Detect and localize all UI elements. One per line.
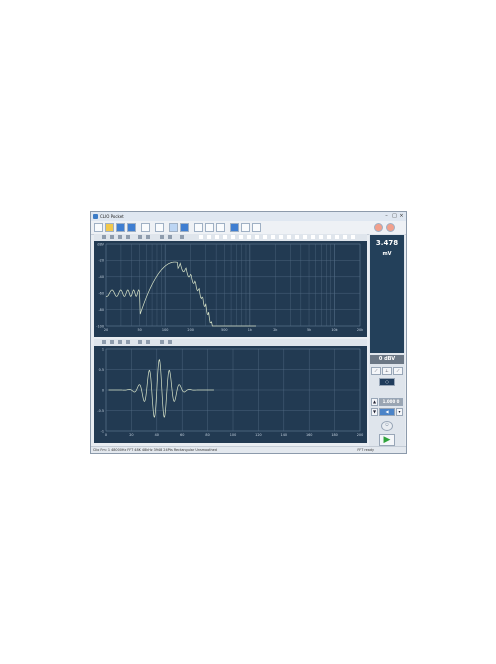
dc-coupling-button[interactable]: ⊥ [382,367,392,375]
level-unit: mV [382,251,392,257]
x-tick-label: 180 [331,433,337,437]
window-title: CLIO Pocket [100,214,124,219]
phantom-button[interactable]: ⟋ [393,367,403,375]
y-tick-label: 0 [102,388,104,392]
main-toolbar [91,221,406,235]
input-selector-button[interactable]: ○ [379,378,395,386]
x-tick-label: 1k [248,328,252,332]
x-tick-label: 500 [221,328,227,332]
waveform-trace [108,358,214,418]
x-tick-label: 10k [331,328,337,332]
menu-icon[interactable] [94,223,103,232]
split-icon[interactable] [205,223,214,232]
ac-coupling-button[interactable]: ⟋ [371,367,381,375]
y-tick-label: -20 [98,259,104,263]
minimize-button[interactable]: – [383,213,390,219]
y-tick-label: dBV [97,242,104,246]
level-display: 3.478 mV [370,235,404,353]
marker-icon[interactable] [169,223,178,232]
pencil-icon[interactable] [374,223,383,232]
x-tick-label: 2k [273,328,277,332]
status-bar: Clio Fm: 1 48000Hz FFT 48K 48kHz 3948 24… [91,446,406,453]
x-tick-label: 80 [205,433,209,437]
reference-label: 0 dBV [370,355,404,364]
plot-frame [105,243,361,327]
spectrum-trace [105,261,256,327]
x-tick-label: 20k [357,328,363,332]
x-tick-label: 60 [180,433,184,437]
clio-pocket-window: CLIO Pocket – □ × dBV -20 -40 -60 -80 -1… [90,211,407,454]
gain-value: 1.000 0 [379,398,403,406]
maximize-button[interactable]: □ [391,213,398,219]
y-tick-label: -0.5 [97,409,104,413]
save-icon[interactable] [116,223,125,232]
y-tick-label: 0.5 [99,368,104,372]
close-button[interactable]: × [398,213,405,219]
x-tick-label: 20 [129,433,133,437]
settings-icon[interactable] [252,223,261,232]
x-tick-label: 160 [306,433,312,437]
x-tick-label: 200 [357,433,363,437]
x-tick-label: 0 [105,433,107,437]
y-tick-label: -40 [98,275,104,279]
x-tick-label: 100 [230,433,236,437]
status-right: FFT ready [357,448,374,452]
speaker-icon[interactable]: ◀ [379,408,395,416]
x-tick-label: 120 [255,433,261,437]
chart-icon[interactable] [230,223,239,232]
x-tick-label: 140 [281,433,287,437]
open-folder-icon[interactable] [105,223,114,232]
check-icon[interactable] [155,223,164,232]
waveform-plot[interactable]: 0 20 40 60 80 100 120 140 160 180 200 1 0.5 0 -0.5 -1 [94,339,367,443]
note-icon[interactable] [241,223,250,232]
x-tick-label: 50 [138,328,142,332]
help-icon[interactable] [386,223,395,232]
y-tick-label: -1 [101,429,104,433]
color-icon[interactable] [180,223,189,232]
title-bar: CLIO Pocket – □ × [91,212,406,221]
app-icon [93,214,98,219]
power-icon[interactable]: ⏻ [381,421,393,431]
window-icon[interactable] [194,223,203,232]
gain-down-button[interactable]: ▼ [371,408,378,416]
save-as-icon[interactable] [127,223,136,232]
y-tick-label: -80 [98,308,104,312]
print-icon[interactable] [141,223,150,232]
x-tick-label: 40 [155,433,159,437]
x-tick-label: 200 [187,328,193,332]
play-button[interactable]: ▶ [379,434,395,446]
x-tick-label: 20 [104,328,108,332]
y-tick-label: 1 [102,347,104,351]
y-tick-label: -60 [98,292,104,296]
control-sidebar: 3.478 mV 0 dBV ⟋ ⊥ ⟋ ○ ▲ 1.000 0 ▼ ◀ ▾ ⏻… [369,234,405,452]
x-tick-label: 5k [307,328,311,332]
level-value: 3.478 [375,239,399,247]
layout-icon[interactable] [216,223,225,232]
gain-up-button[interactable]: ▲ [371,398,378,406]
status-left: Clio Fm: 1 48000Hz FFT 48K 48kHz 3948 24… [93,448,217,452]
x-tick-label: 100 [162,328,168,332]
speaker-menu-button[interactable]: ▾ [396,408,403,416]
waveform-panel: 0 20 40 60 80 100 120 140 160 180 200 1 0.5 0 -0.5 -1 [94,339,367,443]
spectrum-panel: dBV -20 -40 -60 -80 -100 20 50 100 200 500 1k 2k 5k 10… [94,234,367,337]
spectrum-plot[interactable]: dBV-20-40-60-80-10020 50 100 200 500 1k 2k 5k 10… [94,234,367,337]
